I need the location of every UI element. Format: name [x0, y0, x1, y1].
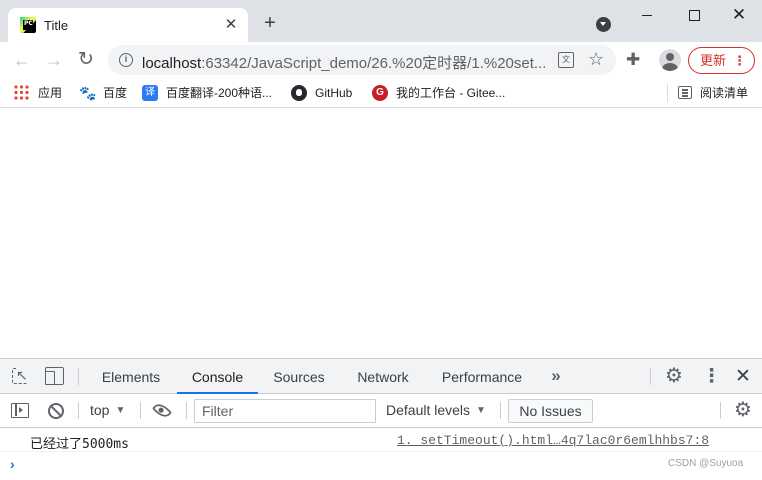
bookmark-label: 百度: [103, 86, 128, 100]
divider: [720, 402, 721, 419]
url-path: :63342/JavaScript_demo/26.%20定时器/1.%20se…: [201, 55, 547, 72]
browser-menu-icon[interactable]: ⋮: [733, 48, 746, 73]
baidu-translate-icon: 译: [142, 84, 158, 101]
tab-network[interactable]: Network: [346, 359, 420, 394]
bookmarks-bar: 应用 🐾 百度 译百度翻译-200种语... GitHub G 我的工作台 - Gi…: [0, 78, 762, 108]
context-select[interactable]: top ▼: [90, 402, 125, 418]
baidu-paw-icon: 🐾: [79, 84, 97, 101]
new-tab-button[interactable]: +: [260, 13, 280, 33]
bookmark-baidu-translate[interactable]: 译百度翻译-200种语...: [142, 84, 272, 102]
extensions-icon[interactable]: ✚: [626, 50, 640, 70]
tab-console[interactable]: Console: [177, 359, 258, 394]
url-text[interactable]: localhost:63342/JavaScript_demo/26.%20定时…: [142, 52, 546, 73]
inspect-element-icon[interactable]: [12, 367, 28, 384]
browser-toolbar: ← → ↻ i localhost:63342/JavaScript_demo/…: [0, 42, 762, 78]
devtools-panel: Elements Console Sources Network Perform…: [0, 358, 762, 480]
device-toolbar-icon[interactable]: [45, 367, 64, 385]
live-expression-eye-icon[interactable]: [152, 400, 172, 421]
issues-button[interactable]: No Issues: [508, 399, 593, 423]
tab-search-icon[interactable]: [596, 17, 611, 32]
chevron-down-icon: ▼: [115, 405, 126, 416]
bookmark-apps[interactable]: 应用: [14, 84, 62, 102]
divider: [140, 402, 141, 419]
tab-strip: PC Title ✕ + ✕: [0, 0, 762, 42]
pycharm-icon: PC: [20, 17, 36, 33]
tab-close-icon[interactable]: ✕: [222, 16, 240, 34]
devtools-tab-bar: Elements Console Sources Network Perform…: [0, 359, 762, 394]
levels-value: Default levels: [386, 402, 471, 418]
log-levels-select[interactable]: Default levels ▼: [386, 402, 486, 418]
bookmark-gitee[interactable]: G 我的工作台 - Gitee...: [372, 84, 505, 102]
bookmark-label: GitHub: [315, 86, 353, 100]
devtools-settings-icon[interactable]: ⚙: [663, 366, 685, 386]
clear-console-icon[interactable]: [48, 403, 64, 419]
forward-button[interactable]: →: [42, 48, 66, 72]
watermark: CSDN @Suyuoa: [668, 458, 744, 469]
divider: [650, 368, 651, 385]
divider: [78, 402, 79, 419]
tab-performance[interactable]: Performance: [432, 359, 532, 394]
console-toolbar: top ▼ Default levels ▼ No Issues ⚙: [0, 394, 762, 428]
minimize-button[interactable]: [624, 3, 670, 27]
back-button[interactable]: ←: [10, 48, 34, 72]
context-value: top: [90, 402, 110, 418]
reading-list-label: 阅读清单: [700, 86, 749, 100]
console-filter-input[interactable]: [194, 399, 376, 423]
maximize-button[interactable]: [670, 3, 716, 27]
bookmark-label: 百度翻译-200种语...: [166, 86, 273, 100]
bookmark-star-icon[interactable]: ☆: [588, 49, 604, 70]
browser-tab[interactable]: PC Title ✕: [8, 8, 248, 42]
update-button[interactable]: 更新 ⋮: [688, 47, 755, 74]
github-icon: [291, 84, 307, 101]
console-output: 已经过了5000ms 1. setTimeout().html…4q7lac0r…: [0, 428, 762, 480]
devtools-close-icon[interactable]: ✕: [735, 365, 751, 388]
gitee-icon: G: [372, 84, 388, 101]
tab-sources[interactable]: Sources: [265, 359, 333, 394]
reading-list-icon: [678, 86, 692, 100]
console-sidebar-icon[interactable]: [11, 403, 29, 418]
reload-button[interactable]: ↻: [74, 48, 98, 72]
more-tabs-icon[interactable]: »: [547, 366, 565, 386]
reading-list-button[interactable]: 阅读清单: [678, 84, 748, 102]
bookmark-label: 我的工作台 - Gitee...: [396, 86, 506, 100]
page-viewport: [0, 109, 762, 358]
chevron-down-icon: ▼: [476, 405, 486, 416]
bookmark-baidu[interactable]: 🐾 百度: [79, 84, 127, 102]
window-close-button[interactable]: ✕: [716, 3, 762, 27]
divider: [78, 368, 79, 385]
address-bar[interactable]: i localhost:63342/JavaScript_demo/26.%20…: [108, 45, 616, 75]
console-prompt-icon[interactable]: ›: [10, 456, 15, 472]
apps-icon: [14, 84, 30, 101]
bookmarks-divider: [667, 84, 668, 102]
console-message-source-link[interactable]: 1. setTimeout().html…4q7lac0r6emlhhbs7:8: [397, 433, 709, 448]
console-settings-icon[interactable]: ⚙: [732, 400, 754, 420]
url-host: localhost: [142, 55, 202, 72]
tab-elements[interactable]: Elements: [94, 359, 168, 394]
update-label: 更新: [700, 53, 727, 68]
bookmark-github[interactable]: GitHub: [291, 84, 352, 102]
site-info-icon[interactable]: i: [119, 53, 133, 67]
tab-title: Title: [44, 18, 69, 33]
devtools-menu-icon[interactable]: ⋮: [702, 365, 721, 388]
console-message-row: 已经过了5000ms 1. setTimeout().html…4q7lac0r…: [0, 428, 762, 452]
translate-icon[interactable]: 文: [558, 52, 574, 68]
divider: [500, 402, 501, 419]
profile-avatar[interactable]: [659, 49, 681, 71]
bookmark-label: 应用: [38, 86, 63, 100]
divider: [186, 402, 187, 419]
console-message-text: 已经过了5000ms: [30, 437, 129, 452]
